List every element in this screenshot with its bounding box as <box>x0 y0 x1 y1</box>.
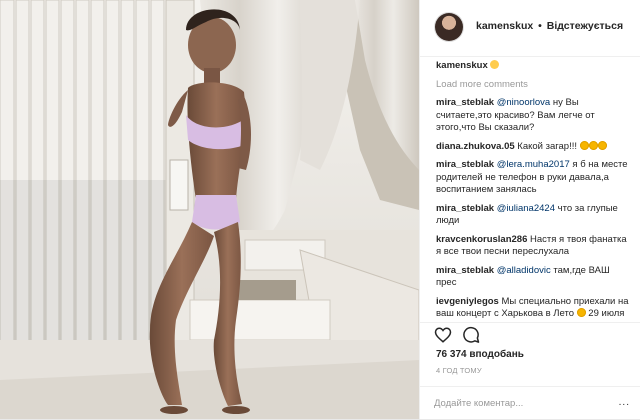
avatar[interactable] <box>435 13 463 41</box>
post-timestamp[interactable]: 4 ГОД ТОМУ <box>436 366 482 375</box>
comment-item: diana.zhukova.05 Какой загар!!! <box>436 140 632 154</box>
instagram-post: kamenskux • Відстежується kamenskux Load… <box>0 0 640 419</box>
comment-item: mira_steblak @alladidovic там,где ВАШ пр… <box>436 265 632 290</box>
comment-username[interactable]: diana.zhukova.05 <box>436 141 515 152</box>
heart-eyes-emoji <box>579 140 589 150</box>
comment-mention[interactable]: @iuliana2424 <box>497 203 555 214</box>
comment-username[interactable]: mira_steblak <box>436 265 494 276</box>
comment-username[interactable]: mira_steblak <box>436 159 494 170</box>
caption-username[interactable]: kamenskux <box>436 60 488 71</box>
sunflower-emoji <box>576 308 586 317</box>
header-user-line: kamenskux • Відстежується <box>476 20 623 32</box>
post-header: kamenskux • Відстежується <box>420 0 640 57</box>
comment-icon[interactable] <box>462 326 480 344</box>
header-separator: • <box>538 20 542 32</box>
likes-count[interactable]: 76 374 вподобань <box>436 349 524 360</box>
comment-username[interactable]: mira_steblak <box>436 97 494 108</box>
comment-item: ievgeniylegos Мы специально приехали на … <box>436 296 632 321</box>
comment-username[interactable]: kravcenkoruslan286 <box>436 234 527 245</box>
caption: kamenskux <box>436 60 632 73</box>
comment-mention[interactable]: @ninoorlova <box>497 97 550 108</box>
comment-mention[interactable]: @lera.muha2017 <box>497 159 570 170</box>
comment-text: Какой загар!!! <box>514 140 578 152</box>
comment-mention[interactable]: @alladidovic <box>497 265 551 276</box>
heart-eyes-emoji <box>597 140 607 150</box>
comment-text-tail: 29 июля <box>585 308 625 319</box>
photo-image <box>0 0 419 419</box>
post-actions <box>420 322 640 347</box>
comment-username[interactable]: ievgeniylegos <box>436 296 499 307</box>
comments-list: kamenskux Load more comments mira_stebla… <box>436 60 632 322</box>
comment-item: mira_steblak @ninoorlova ну Вы считаете,… <box>436 97 632 135</box>
comment-item: mira_steblak @iuliana2424 что за глупые … <box>436 203 632 228</box>
post-photo[interactable] <box>0 0 419 419</box>
load-more-comments-link[interactable]: Load more comments <box>436 79 632 92</box>
comment-item: kravcenkoruslan286 Настя я твоя фанатка … <box>436 234 632 259</box>
comment-username[interactable]: mira_steblak <box>436 203 494 214</box>
add-comment-bar: ... <box>420 386 640 420</box>
grin-emoji <box>490 60 500 69</box>
more-options-icon[interactable]: ... <box>619 397 630 408</box>
heart-eyes-emoji <box>588 140 598 150</box>
post-side-panel: kamenskux • Відстежується kamenskux Load… <box>419 0 640 419</box>
header-username[interactable]: kamenskux <box>476 20 533 32</box>
add-comment-input[interactable] <box>434 395 604 411</box>
following-button[interactable]: Відстежується <box>547 20 623 32</box>
heart-icon[interactable] <box>434 326 452 344</box>
comment-item: mira_steblak @lera.muha2017 я б на месте… <box>436 159 632 197</box>
